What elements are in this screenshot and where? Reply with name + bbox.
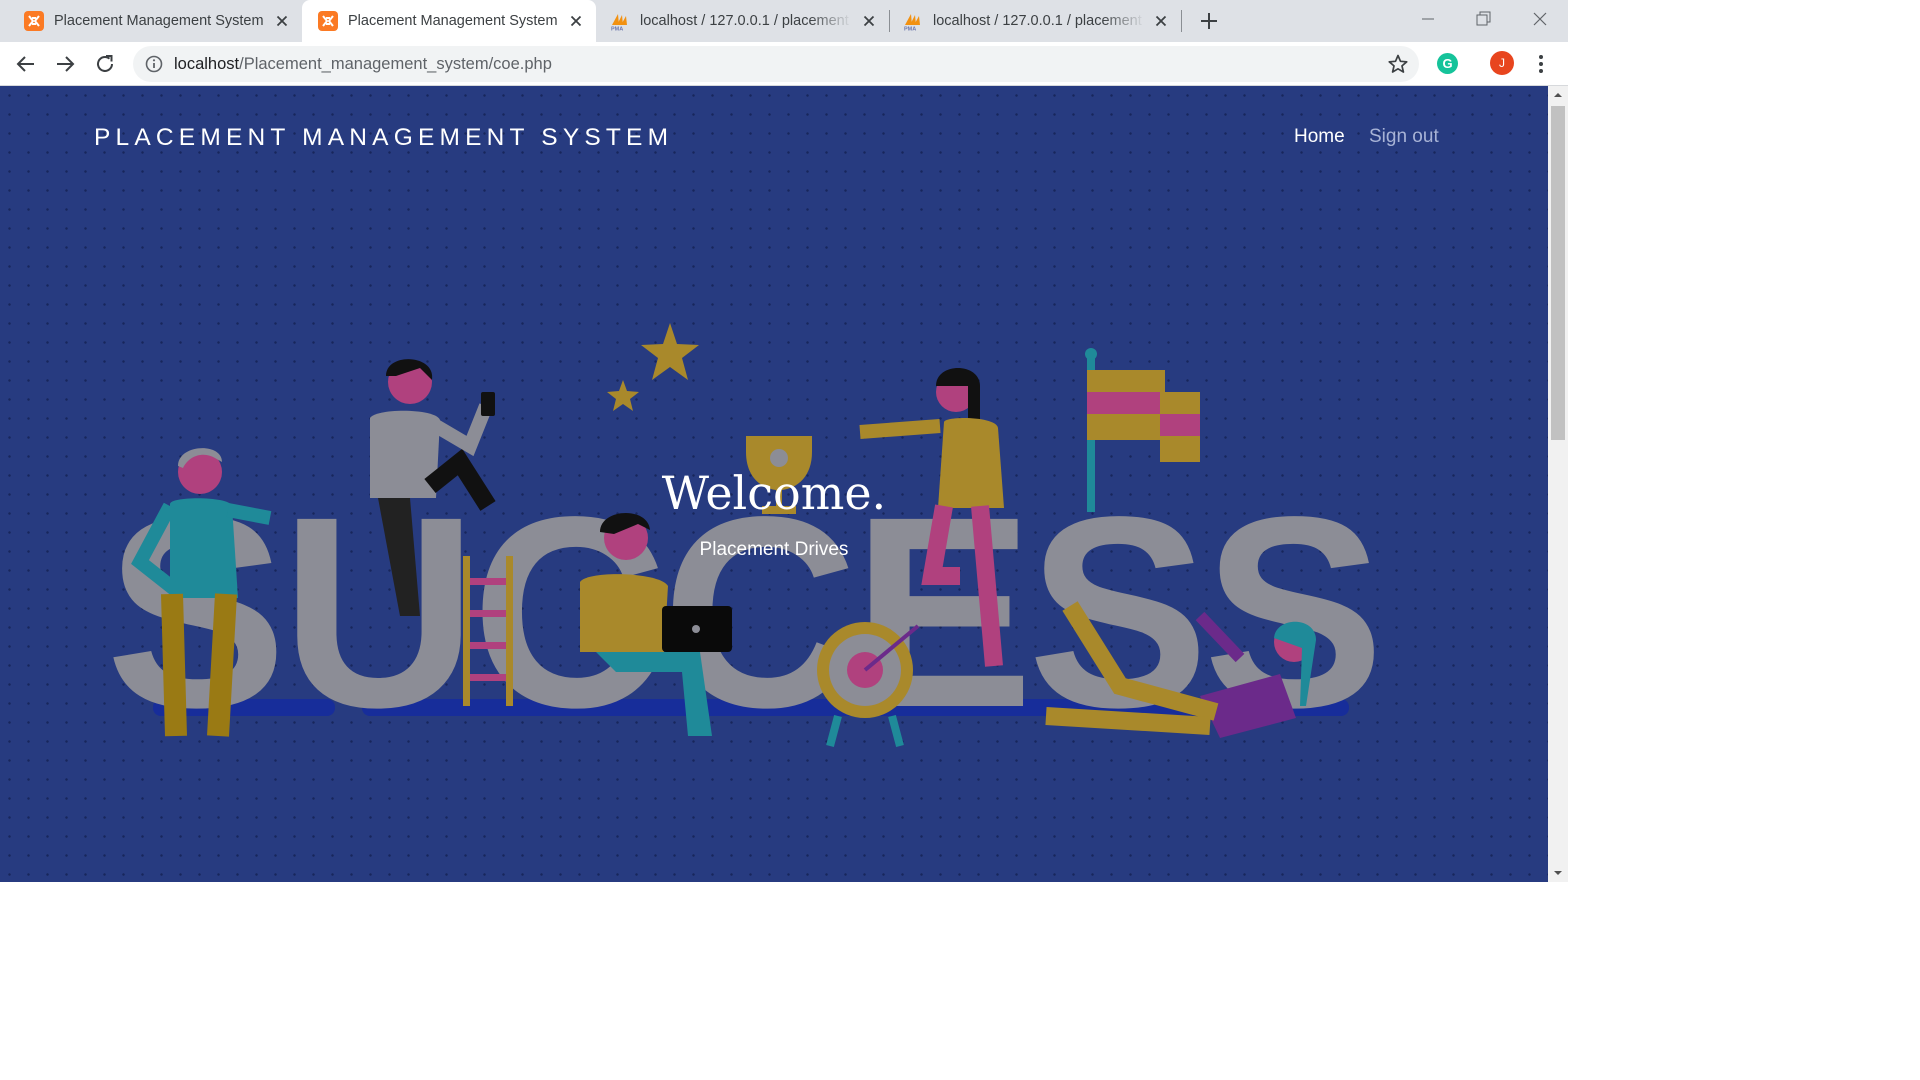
scroll-up-arrow-icon[interactable] (1548, 86, 1568, 104)
minimize-icon[interactable] (1417, 8, 1439, 30)
page-viewport: SUCCESS PLACEMENT MANAGEMENT SYSTEM Home… (0, 86, 1548, 882)
scroll-thumb[interactable] (1551, 106, 1565, 440)
site-brand[interactable]: PLACEMENT MANAGEMENT SYSTEM (94, 124, 673, 152)
nav-home-link[interactable]: Home (1294, 126, 1345, 148)
restore-icon[interactable] (1472, 8, 1494, 30)
tab-title: Placement Management System (348, 13, 558, 29)
tab-separator (1181, 10, 1182, 32)
url-text: localhost/Placement_management_system/co… (174, 55, 552, 74)
address-bar[interactable]: localhost/Placement_management_system/co… (133, 46, 1419, 82)
window-close-icon[interactable] (1529, 8, 1551, 30)
profile-avatar[interactable]: J (1490, 51, 1514, 75)
close-icon[interactable] (861, 13, 877, 29)
forward-arrow-icon[interactable] (53, 52, 77, 76)
browser-tab[interactable]: PMA localhost / 127.0.0.1 / placement (889, 0, 1181, 42)
bookmark-star-icon[interactable] (1387, 53, 1409, 75)
close-icon[interactable] (274, 13, 290, 29)
close-icon[interactable] (568, 13, 584, 29)
tab-title: localhost / 127.0.0.1 / placement (640, 13, 849, 29)
new-tab-plus-icon[interactable] (1197, 9, 1221, 33)
info-icon[interactable] (145, 55, 163, 73)
nav-sign-out-link[interactable]: Sign out (1369, 126, 1439, 148)
browser-tab[interactable]: PMA localhost / 127.0.0.1 / placement (596, 0, 889, 42)
hero-subtitle: Placement Drives (699, 539, 849, 560)
browser-tab[interactable]: Placement Management System (0, 0, 302, 42)
xampp-icon (318, 11, 338, 31)
browser-toolbar: localhost/Placement_management_system/co… (0, 42, 1568, 86)
svg-text:PMA: PMA (904, 27, 916, 32)
menu-kebab-icon[interactable] (1530, 52, 1552, 76)
url-host: localhost (174, 55, 240, 73)
grammarly-extension-icon[interactable]: G (1437, 53, 1458, 74)
phpmyadmin-icon: PMA (611, 14, 627, 32)
tab-strip: Placement Management System Placement Ma… (0, 0, 1568, 42)
hero-title: Welcome. (661, 466, 887, 520)
reload-icon[interactable] (93, 52, 117, 76)
xampp-icon (24, 11, 44, 31)
phpmyadmin-icon: PMA (904, 14, 920, 32)
tab-title: localhost / 127.0.0.1 / placement (933, 13, 1142, 29)
svg-text:PMA: PMA (611, 27, 623, 32)
back-arrow-icon[interactable] (14, 52, 38, 76)
tab-title: Placement Management System (54, 13, 264, 29)
vertical-scrollbar[interactable] (1548, 86, 1568, 882)
url-path: /Placement_management_system/coe.php (239, 55, 552, 73)
browser-tab-active[interactable]: Placement Management System (302, 0, 596, 42)
close-icon[interactable] (1153, 13, 1169, 29)
scroll-down-arrow-icon[interactable] (1548, 864, 1568, 882)
